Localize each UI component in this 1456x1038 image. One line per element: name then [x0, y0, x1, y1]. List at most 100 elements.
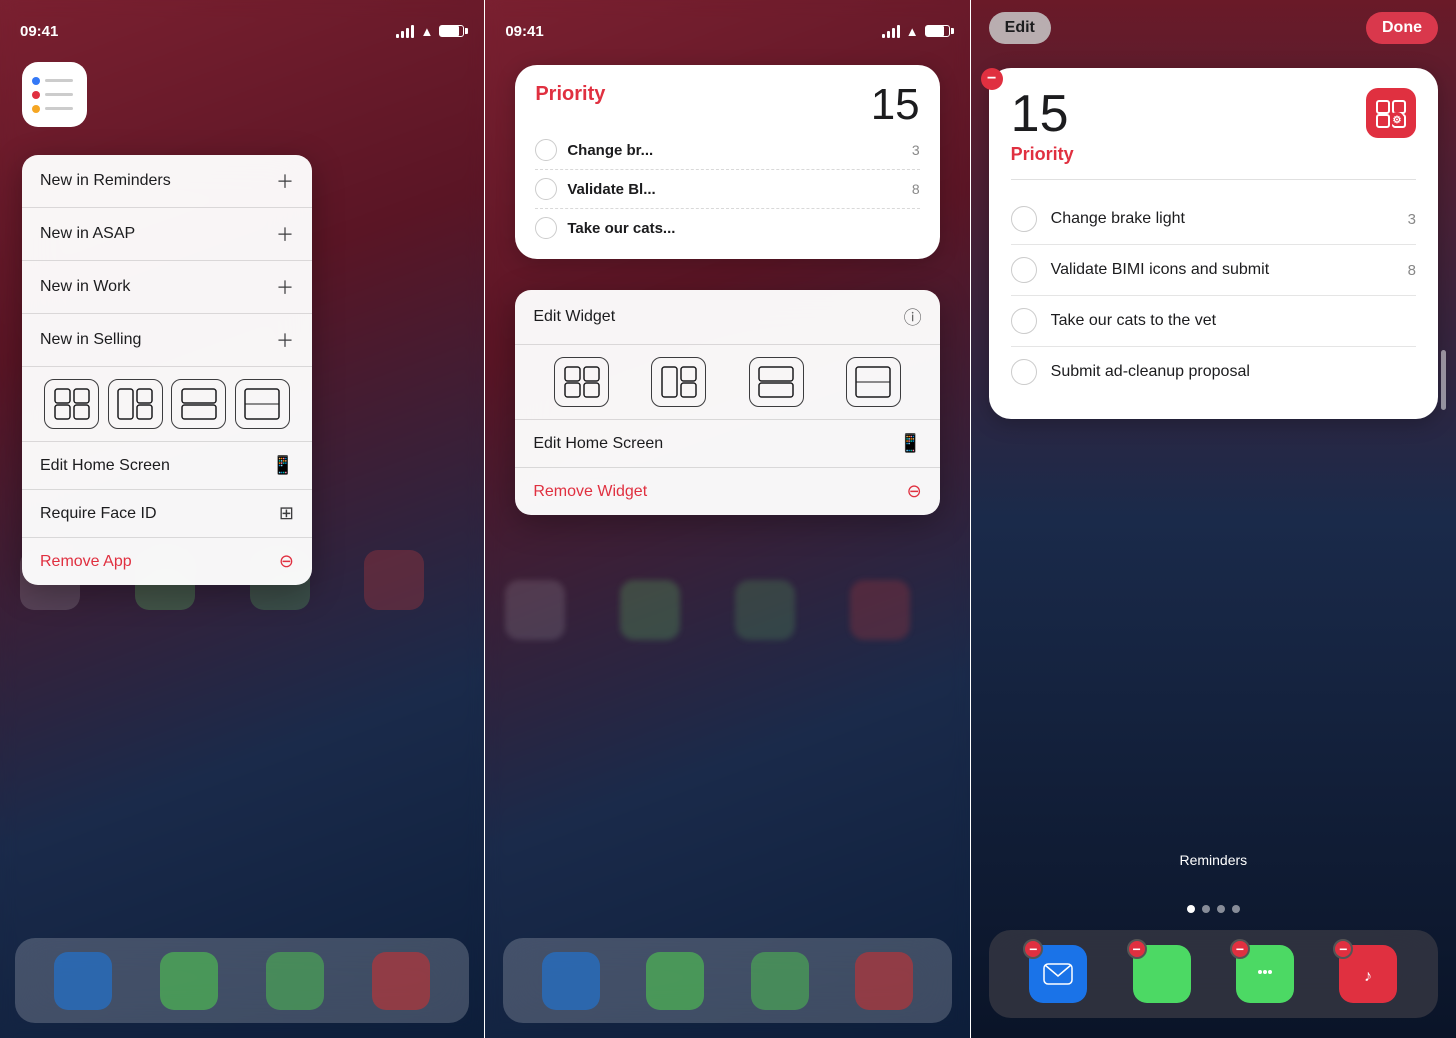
expanded-widget[interactable]: 15 Priority ⚙ Change brake light 3 V	[989, 68, 1438, 419]
panel-2: 09:41 ▲ Priority 15 Change br... 3	[485, 0, 969, 1038]
panel2-signal-icon	[882, 25, 900, 38]
menu-item-new-asap-label: New in ASAP	[40, 225, 135, 243]
dock-messages[interactable]	[266, 952, 324, 1010]
menu-item-new-work-plus: ＋	[276, 274, 294, 300]
edit-home-icon-2: 📱	[899, 433, 921, 454]
app-logo: ⚙	[1366, 88, 1416, 138]
info-icon: ⓘ	[904, 304, 922, 330]
widget-task-0: Change br... 3	[535, 139, 919, 170]
panel2-blurred-icons	[505, 580, 949, 640]
p2-widget-size-large[interactable]	[749, 357, 804, 407]
menu-item-edit-home-label: Edit Home Screen	[40, 457, 170, 475]
dock-music[interactable]	[372, 952, 430, 1010]
p2-widget-size-small[interactable]	[554, 357, 609, 407]
task-name-0: Change br...	[567, 142, 902, 159]
panel1-dock	[15, 938, 469, 1023]
panel2-time: 09:41	[505, 23, 543, 40]
task-circle-0	[535, 139, 557, 161]
phone-minus[interactable]: −	[1127, 939, 1147, 959]
edit-home-label-2: Edit Home Screen	[533, 435, 663, 453]
menu-item-remove-app[interactable]: Remove App ⊖	[22, 538, 312, 585]
edit-home-icon: 📱	[272, 455, 294, 476]
dock-app-phone[interactable]: − 📞	[1133, 945, 1191, 1003]
task-name-lg-0: Change brake light	[1051, 210, 1394, 228]
remove-widget-label: Remove Widget	[533, 483, 647, 501]
p2-dock-phone	[646, 952, 704, 1010]
panel3-status-bar	[971, 0, 1456, 50]
widget-task-2: Take our cats...	[535, 217, 919, 239]
task-name-lg-1: Validate BIMI icons and submit	[1051, 261, 1394, 279]
dock-phone[interactable]	[160, 952, 218, 1010]
widget-sizes-row	[22, 367, 312, 442]
widget-size-medium[interactable]	[108, 379, 163, 429]
menu-item-edit-home[interactable]: Edit Home Screen 📱	[22, 442, 312, 490]
task-count-lg-1: 8	[1408, 262, 1416, 279]
task-count-0: 3	[912, 142, 920, 158]
messages-minus[interactable]: −	[1230, 939, 1250, 959]
task-circle-lg-1	[1011, 257, 1037, 283]
panel2-widget[interactable]: Priority 15 Change br... 3 Validate Bl..…	[515, 65, 939, 259]
dock-app-messages[interactable]: −	[1236, 945, 1294, 1003]
expanded-count: 15	[1011, 88, 1074, 140]
widget-count: 15	[871, 83, 920, 127]
p2-widget-size-full[interactable]	[846, 357, 901, 407]
menu-item-remove-widget[interactable]: Remove Widget ⊖	[515, 468, 939, 515]
expanded-task-0: Change brake light 3	[1011, 194, 1416, 245]
task-name-1: Validate Bl...	[567, 181, 902, 198]
panel1-status-icons: ▲	[396, 24, 464, 39]
dock-app-mail[interactable]: −	[1029, 945, 1087, 1003]
menu-item-new-reminders[interactable]: New in Reminders ＋	[22, 155, 312, 208]
reminders-label: Reminders	[971, 852, 1456, 868]
menu-item-new-selling[interactable]: New in Selling ＋	[22, 314, 312, 367]
panel1-time: 09:41	[20, 23, 58, 40]
panel1-status-bar: 09:41 ▲	[0, 0, 484, 50]
battery-icon	[439, 25, 464, 37]
menu-item-new-selling-plus: ＋	[276, 327, 294, 353]
page-dots	[971, 905, 1456, 913]
p2-widget-size-medium[interactable]	[651, 357, 706, 407]
expanded-header: 15 Priority ⚙	[1011, 88, 1416, 180]
scroll-handle	[1441, 350, 1446, 410]
remove-widget-icon: ⊖	[907, 481, 922, 502]
expanded-task-3: Submit ad-cleanup proposal	[1011, 347, 1416, 397]
reminders-app-icon[interactable]	[22, 62, 87, 127]
widget-minus-badge[interactable]: −	[981, 68, 1003, 90]
widget-tasks: Change br... 3 Validate Bl... 8 Take our…	[535, 139, 919, 239]
panel2-dock	[503, 938, 951, 1023]
menu-item-new-asap[interactable]: New in ASAP ＋	[22, 208, 312, 261]
signal-icon	[396, 25, 414, 38]
menu-item-face-id-label: Require Face ID	[40, 505, 157, 523]
menu-item-new-reminders-plus: ＋	[276, 168, 294, 194]
task-name-2: Take our cats...	[567, 220, 909, 237]
dock-app-music[interactable]: − ♪	[1339, 945, 1397, 1003]
dock-mail[interactable]	[54, 952, 112, 1010]
panel2-battery-icon	[925, 25, 950, 37]
menu-item-face-id[interactable]: Require Face ID ⊞	[22, 490, 312, 538]
task-circle-lg-0	[1011, 206, 1037, 232]
menu-item-remove-app-label: Remove App	[40, 553, 132, 571]
task-name-lg-3: Submit ad-cleanup proposal	[1051, 363, 1402, 381]
menu-item-edit-home-2[interactable]: Edit Home Screen 📱	[515, 420, 939, 468]
task-count-1: 8	[912, 181, 920, 197]
task-circle-lg-2	[1011, 308, 1037, 334]
panel2-widget-sizes	[515, 345, 939, 420]
remove-app-icon: ⊖	[279, 551, 294, 572]
task-circle-2	[535, 217, 557, 239]
menu-item-new-work-label: New in Work	[40, 278, 130, 296]
face-id-icon: ⊞	[279, 503, 294, 524]
widget-size-full[interactable]	[235, 379, 290, 429]
widget-size-small[interactable]	[44, 379, 99, 429]
widget-size-large[interactable]	[171, 379, 226, 429]
context-menu-2: Edit Widget ⓘ	[515, 290, 939, 515]
p2-dock-music	[855, 952, 913, 1010]
panel-1: 09:41 ▲	[0, 0, 484, 1038]
page-dot-4	[1232, 905, 1240, 913]
edit-widget-label: Edit Widget	[533, 308, 615, 326]
task-name-lg-2: Take our cats to the vet	[1051, 312, 1402, 330]
expanded-task-2: Take our cats to the vet	[1011, 296, 1416, 347]
widget-title: Priority	[535, 83, 605, 106]
page-dot-1	[1187, 905, 1195, 913]
menu-item-new-work[interactable]: New in Work ＋	[22, 261, 312, 314]
task-circle-1	[535, 178, 557, 200]
page-dot-3	[1217, 905, 1225, 913]
